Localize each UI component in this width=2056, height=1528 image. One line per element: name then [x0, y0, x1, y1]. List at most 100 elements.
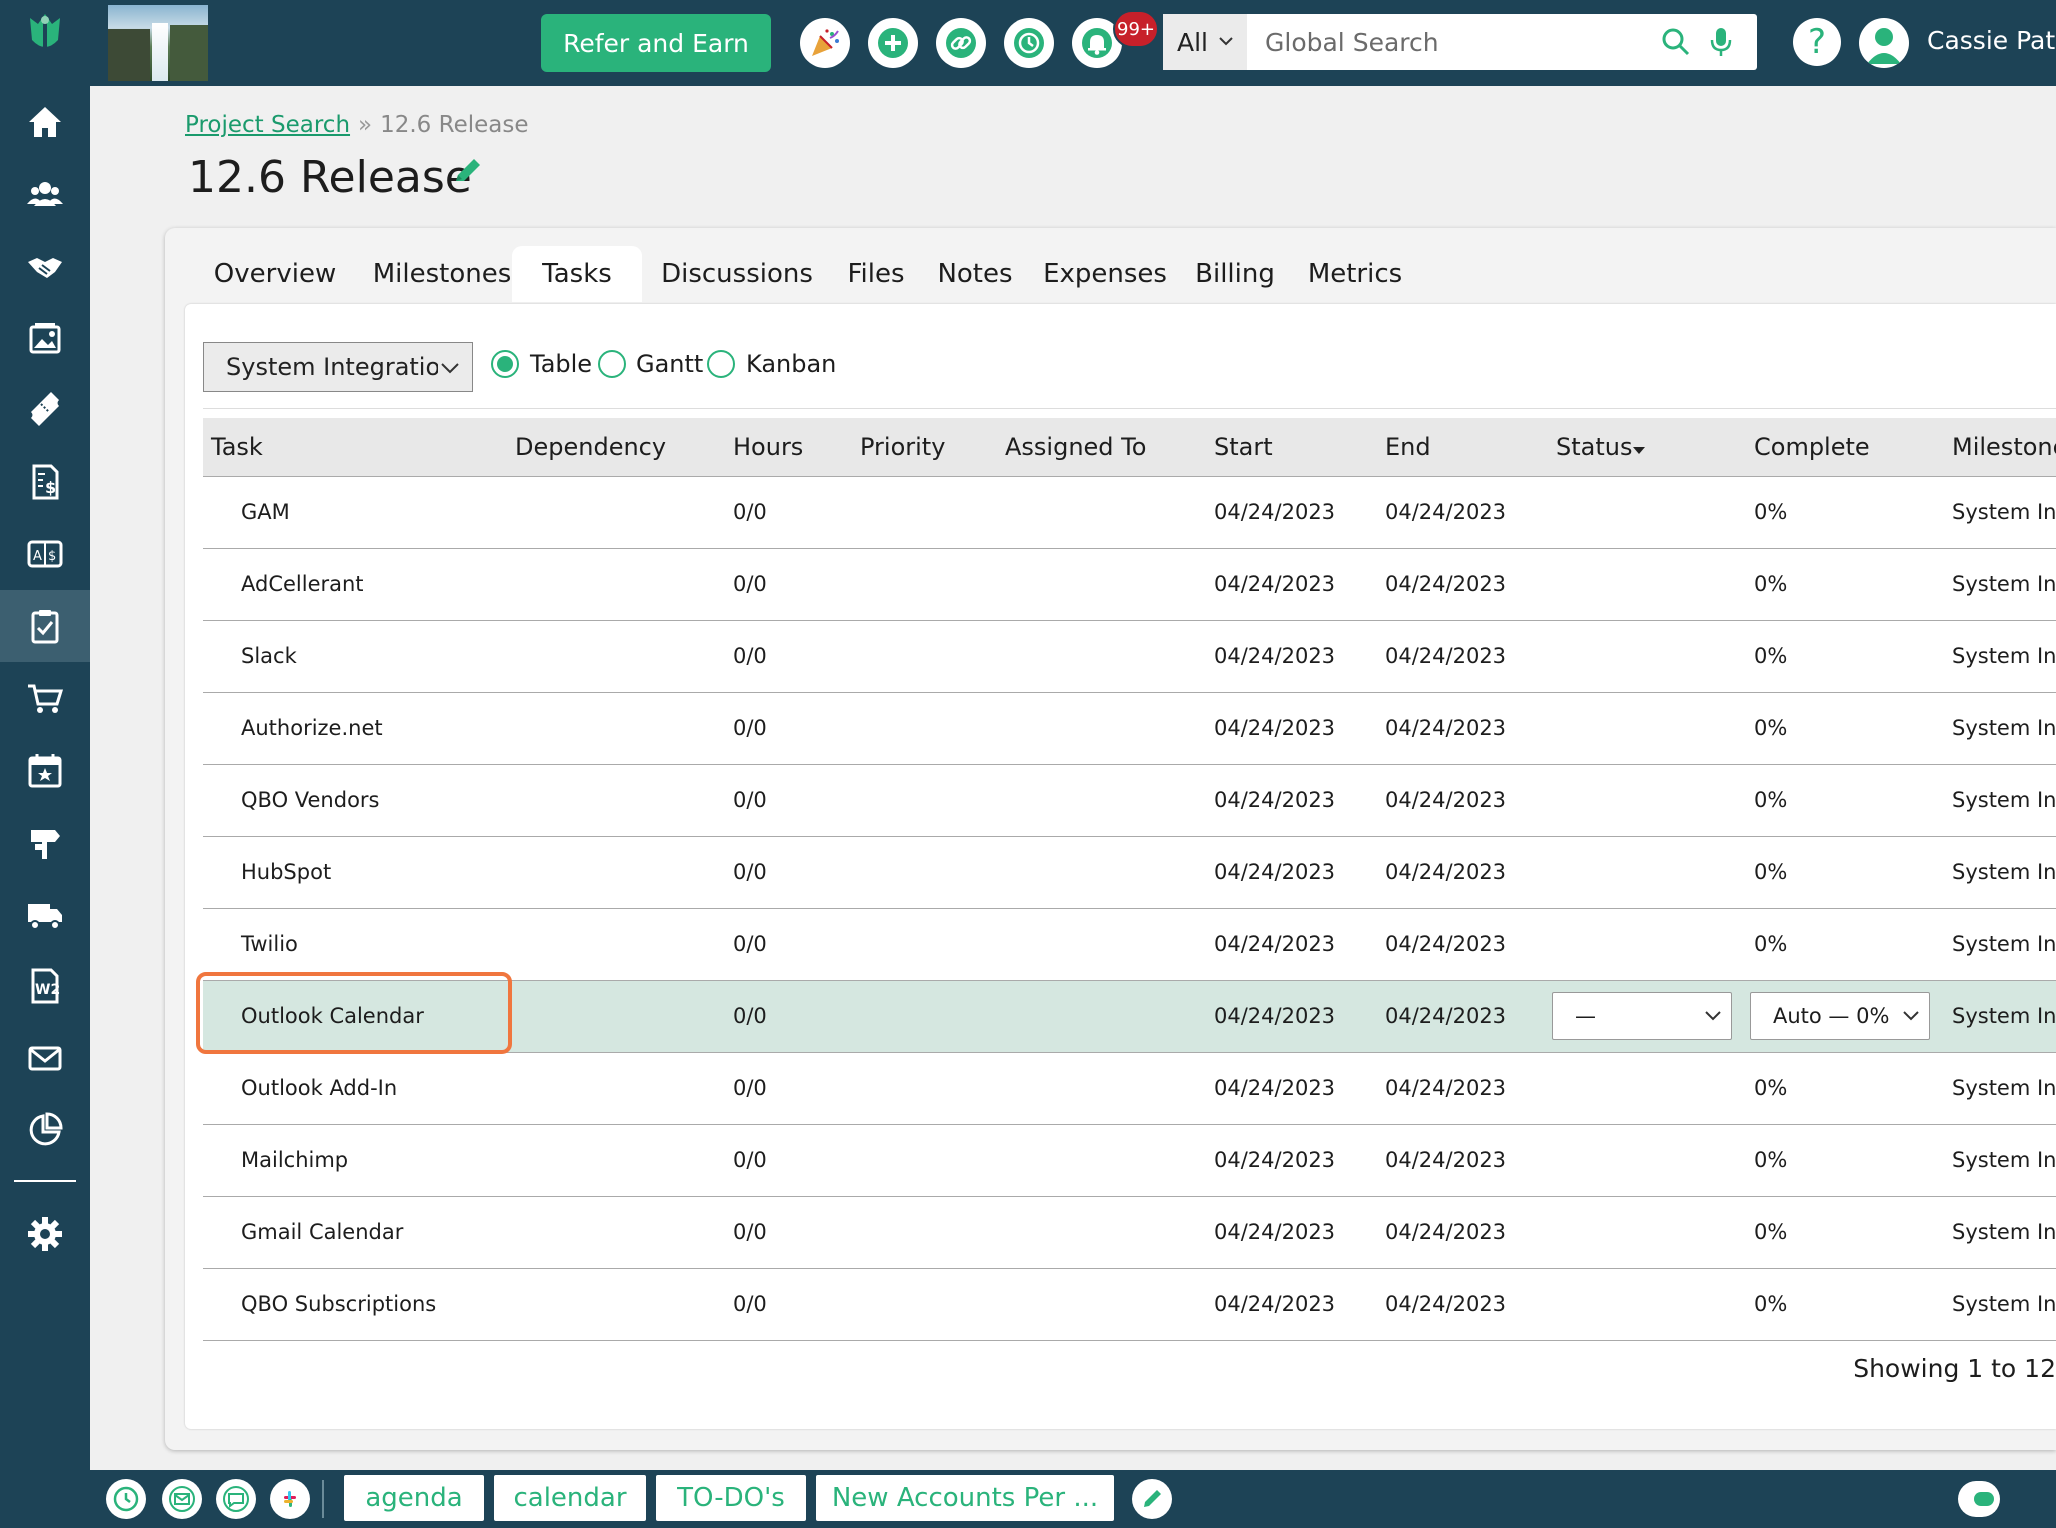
add-icon[interactable] [868, 18, 918, 68]
clock-icon[interactable] [106, 1479, 146, 1519]
cell-milestone: System Integration [1944, 1124, 2056, 1197]
cell-task[interactable]: Mailchimp [203, 1124, 507, 1197]
reports-icon[interactable] [0, 1094, 90, 1166]
col-task[interactable]: Task [203, 418, 507, 477]
breadcrumb-current: 12.6 Release [380, 112, 529, 138]
cell-task[interactable]: Twilio [203, 908, 507, 981]
complete-select[interactable]: Auto — 0% [1750, 992, 1930, 1040]
w2-icon[interactable]: W2 [0, 950, 90, 1022]
handshake-icon[interactable] [0, 230, 90, 302]
table-row[interactable]: Mailchimp 0/0 04/24/2023 04/24/2023 0% System… [203, 1124, 2056, 1197]
table-row[interactable]: Slack 0/0 04/24/202304/24/2023 0%System Int… [203, 620, 2056, 693]
tab-discussions[interactable]: Discussions [642, 246, 832, 302]
col-hours[interactable]: Hours [725, 418, 852, 477]
contacts-icon[interactable] [0, 158, 90, 230]
project-thumbnail[interactable] [108, 5, 208, 81]
finance-icon[interactable]: A $ [0, 518, 90, 590]
tab-files[interactable]: Files [832, 246, 920, 302]
app-logo-icon[interactable] [22, 10, 68, 58]
cell-task[interactable]: QBO Subscriptions [203, 1268, 507, 1341]
table-row[interactable]: Twilio 0/0 04/24/2023 04/24/2023 0% System In… [203, 908, 2056, 981]
ticket-icon[interactable] [0, 374, 90, 446]
email-icon[interactable] [162, 1479, 202, 1519]
cell-task[interactable]: Outlook Calendar [203, 980, 507, 1053]
quick-tab-new-accounts[interactable]: New Accounts Per ... [816, 1475, 1114, 1521]
microphone-icon[interactable] [1709, 26, 1733, 58]
milestone-filter-select[interactable]: System Integration [203, 342, 473, 392]
table-row[interactable]: Authorize.net 0/0 04/24/2023 04/24/2023 0% Sy… [203, 692, 2056, 765]
tab-tasks[interactable]: Tasks [512, 246, 642, 302]
cell-hours: 0/0 [725, 764, 852, 837]
cell-task[interactable]: AdCellerant [203, 548, 507, 621]
search-scope-select[interactable]: All [1163, 14, 1247, 70]
edit-pencil-icon[interactable] [452, 155, 484, 187]
quick-tab-todos[interactable]: TO-DO's [656, 1475, 806, 1521]
delivery-icon[interactable] [0, 878, 90, 950]
tab-expenses[interactable]: Expenses [1030, 246, 1180, 302]
cell-task[interactable]: HubSpot [203, 836, 507, 909]
view-table-radio[interactable] [491, 350, 519, 378]
tab-billing[interactable]: Billing [1180, 246, 1290, 302]
events-icon[interactable] [0, 734, 90, 806]
table-row[interactable]: QBO Vendors 0/0 04/24/2023 04/24/2023 0% Syst… [203, 764, 2056, 837]
cell-task[interactable]: Outlook Add-In [203, 1052, 507, 1125]
table-row-selected[interactable]: Outlook Calendar 0/0 04/24/2023 04/24/2023 … [203, 980, 2056, 1053]
table-row[interactable]: AdCellerant 0/0 04/24/2023 04/24/2023 0% Syst… [203, 548, 2056, 621]
table-row[interactable]: HubSpot 0/0 04/24/2023 04/24/2023 0% System I… [203, 836, 2056, 909]
breadcrumb-project-search-link[interactable]: Project Search [185, 112, 350, 138]
cell-task[interactable]: Slack [203, 620, 507, 693]
table-row[interactable]: Outlook Add-In 0/0 04/24/2023 04/24/2023 0% S… [203, 1052, 2056, 1125]
home-icon[interactable] [0, 86, 90, 158]
tab-milestones[interactable]: Milestones [352, 246, 532, 302]
col-priority[interactable]: Priority [852, 418, 997, 477]
toggle-switch[interactable] [1958, 1481, 2000, 1517]
media-icon[interactable] [0, 302, 90, 374]
col-start[interactable]: Start [1206, 418, 1377, 477]
cell-task[interactable]: Gmail Calendar [203, 1196, 507, 1269]
tasks-icon[interactable] [0, 590, 90, 662]
signpost-icon[interactable] [0, 806, 90, 878]
view-gantt-radio[interactable] [598, 350, 626, 378]
user-name[interactable]: Cassie Pata [1927, 26, 2056, 55]
help-button[interactable]: ? [1793, 18, 1841, 66]
col-milestone[interactable]: Milestone [1944, 418, 2056, 477]
link-icon[interactable] [936, 18, 986, 68]
tab-metrics[interactable]: Metrics [1290, 246, 1420, 302]
col-dependency[interactable]: Dependency [507, 418, 725, 477]
col-status[interactable]: Status [1548, 418, 1746, 477]
cell-hours: 0/0 [725, 908, 852, 981]
table-row[interactable]: GAM 0/0 04/24/202304/24/2023 0%System Integ… [203, 476, 2056, 549]
col-end[interactable]: End [1377, 418, 1548, 477]
slack-icon[interactable] [270, 1479, 310, 1519]
col-complete[interactable]: Complete [1746, 418, 1944, 477]
cell-task[interactable]: QBO Vendors [203, 764, 507, 837]
edit-quick-tabs-icon[interactable] [1132, 1479, 1172, 1519]
sms-icon[interactable] [216, 1479, 256, 1519]
refer-and-earn-button[interactable]: Refer and Earn [541, 14, 771, 72]
mail-icon[interactable] [0, 1022, 90, 1094]
chevron-down-icon [1705, 1011, 1721, 1021]
history-icon[interactable] [1004, 18, 1054, 68]
tab-overview[interactable]: Overview [200, 246, 350, 302]
cell-priority [852, 1052, 997, 1125]
avatar[interactable] [1859, 18, 1909, 68]
cell-task[interactable]: GAM [203, 476, 507, 549]
settings-icon[interactable] [0, 1198, 90, 1270]
search-icon[interactable] [1661, 27, 1691, 57]
view-kanban-label[interactable]: Kanban [746, 350, 836, 378]
cart-icon[interactable] [0, 662, 90, 734]
tab-notes[interactable]: Notes [920, 246, 1030, 302]
party-popper-icon[interactable] [800, 18, 850, 68]
quick-tab-agenda[interactable]: agenda [344, 1475, 484, 1521]
col-assigned-to[interactable]: Assigned To [997, 418, 1206, 477]
status-select[interactable]: — [1552, 992, 1732, 1040]
invoice-icon[interactable]: $ [0, 446, 90, 518]
cell-task[interactable]: Authorize.net [203, 692, 507, 765]
global-search-input[interactable] [1261, 14, 1661, 70]
view-table-label[interactable]: Table [530, 350, 592, 378]
table-row[interactable]: Gmail Calendar 0/0 04/24/2023 04/24/2023 0% S… [203, 1196, 2056, 1269]
view-kanban-radio[interactable] [707, 350, 735, 378]
view-gantt-label[interactable]: Gantt [636, 350, 703, 378]
table-row[interactable]: QBO Subscriptions 0/0 04/24/2023 04/24/2023… [203, 1268, 2056, 1341]
quick-tab-calendar[interactable]: calendar [494, 1475, 646, 1521]
